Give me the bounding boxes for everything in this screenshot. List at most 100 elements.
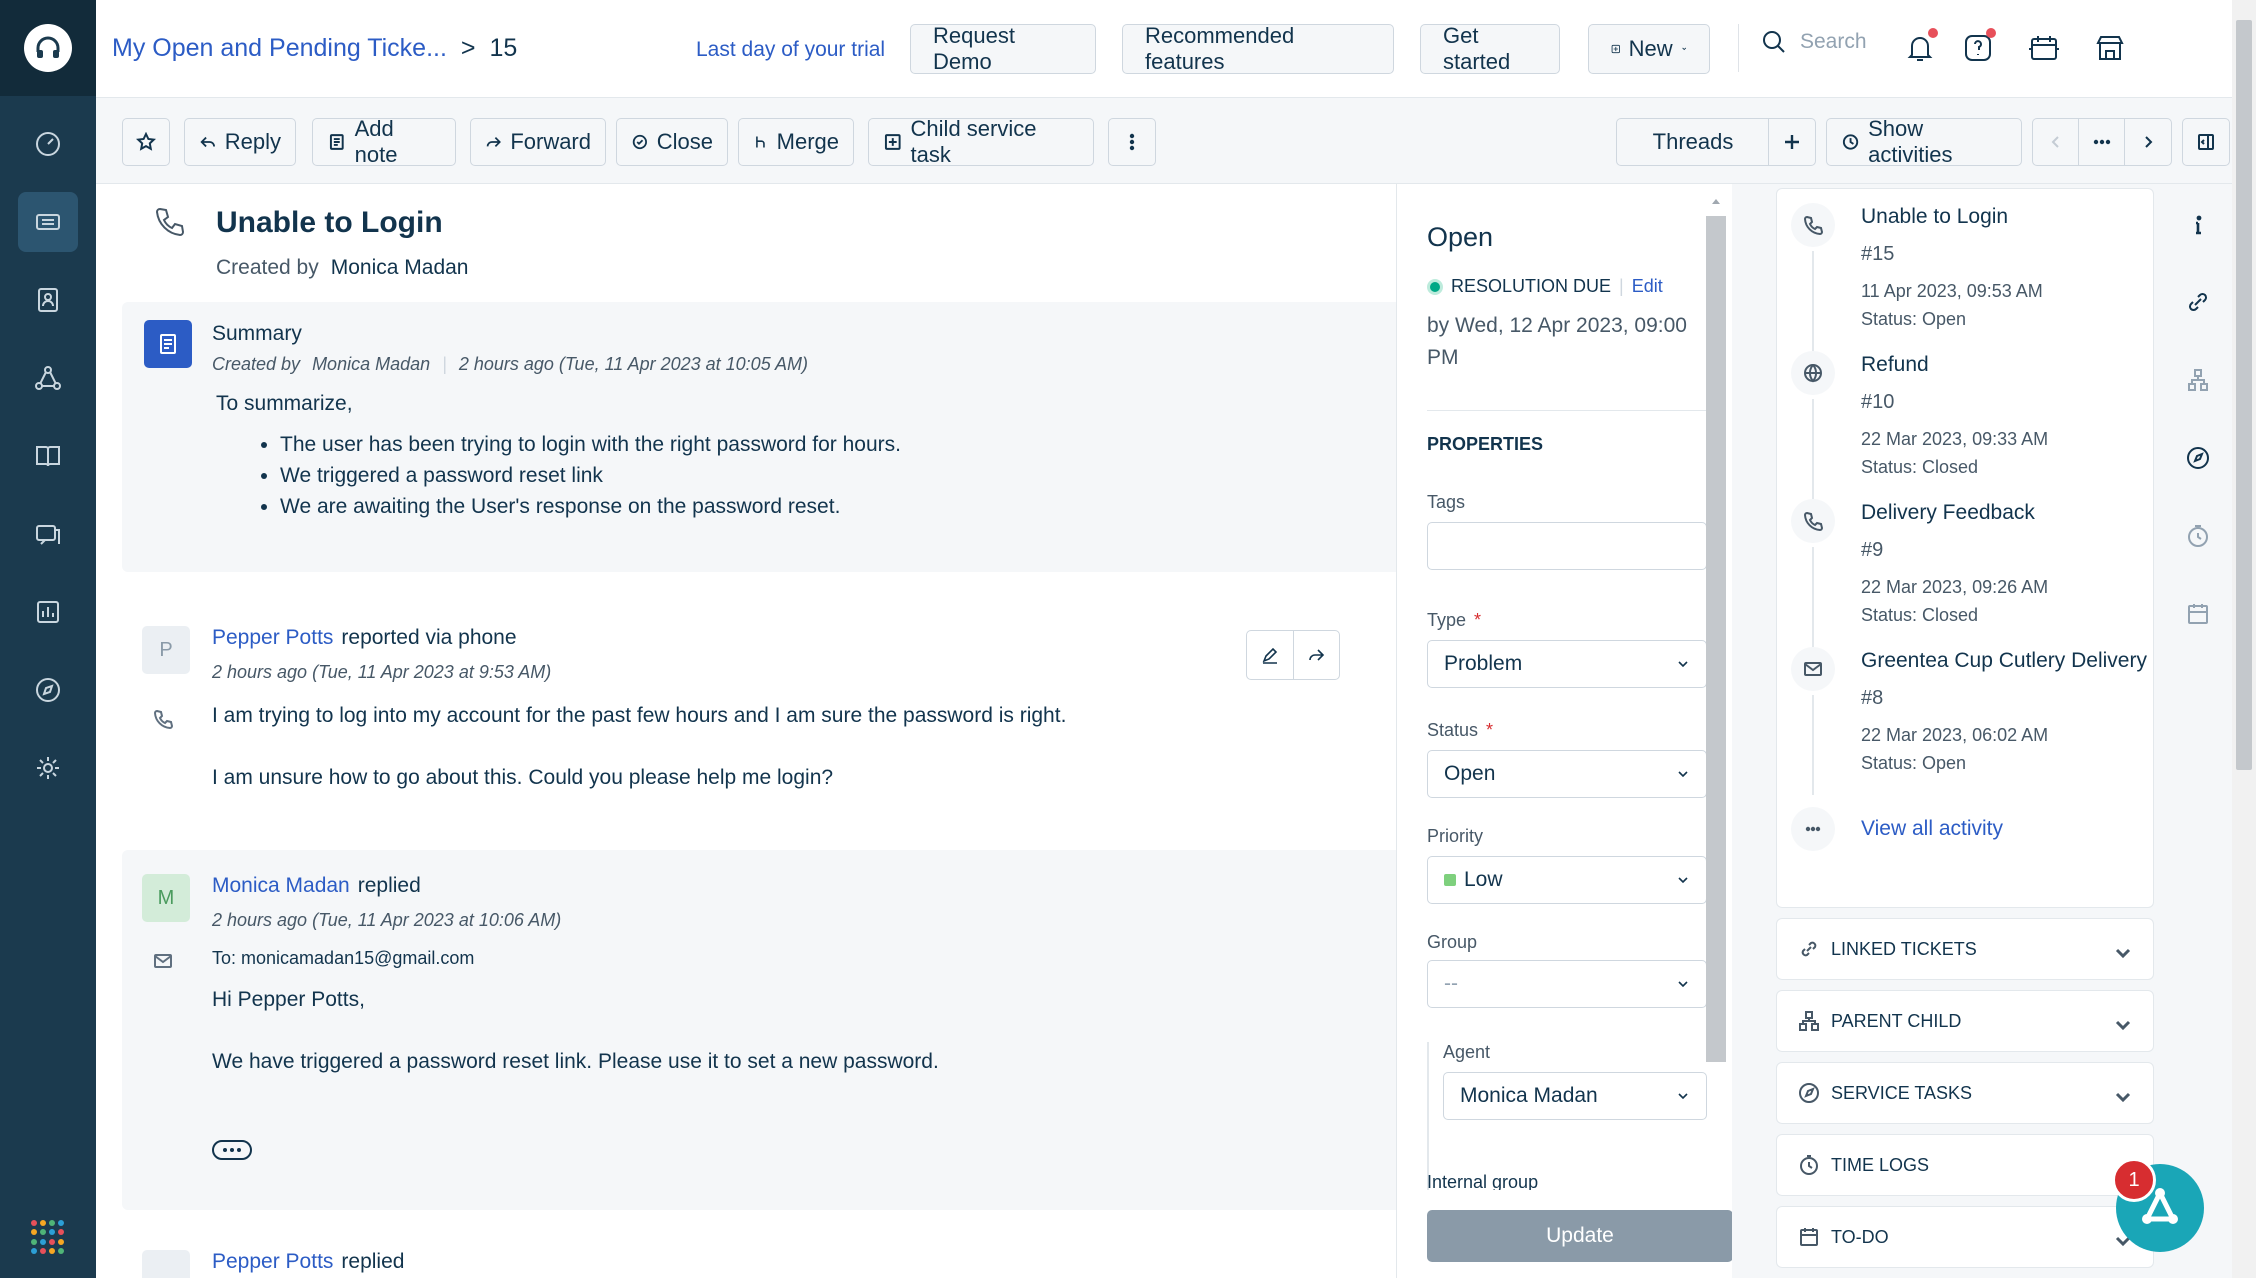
marketplace-button[interactable]	[2088, 26, 2132, 70]
reply-button[interactable]: Reply	[184, 118, 296, 166]
breadcrumb: My Open and Pending Ticke... > 15	[112, 34, 517, 63]
info-button[interactable]	[2178, 206, 2218, 246]
help-button[interactable]	[1956, 26, 2000, 70]
nav-contacts[interactable]	[18, 270, 78, 330]
link-button[interactable]	[2178, 282, 2218, 322]
nav-forums[interactable]	[18, 504, 78, 564]
service-tasks-accordion[interactable]: SERVICE TASKS	[1776, 1062, 2154, 1124]
threads-button[interactable]: Threads	[1616, 118, 1770, 166]
update-button[interactable]: Update	[1427, 1210, 1732, 1262]
chart-icon	[37, 601, 59, 623]
forward-label: Forward	[510, 129, 591, 154]
timeline-line	[1812, 399, 1814, 499]
note-icon	[329, 134, 344, 150]
status-label: Status *	[1427, 720, 1494, 740]
priority-select[interactable]: Low	[1427, 856, 1707, 904]
sender-name-link[interactable]: Pepper Potts	[212, 626, 333, 649]
activity-title: Refund	[1861, 353, 1929, 376]
linked-tickets-accordion[interactable]: LINKED TICKETS	[1776, 918, 2154, 980]
forward-button[interactable]: Forward	[470, 118, 606, 166]
hierarchy-icon	[1799, 1011, 1819, 1031]
close-ticket-button[interactable]: Close	[616, 118, 728, 166]
notifications-button[interactable]	[1898, 26, 1942, 70]
group-select[interactable]: --	[1427, 960, 1707, 1008]
agent-select[interactable]: Monica Madan	[1443, 1072, 1707, 1120]
nav-tickets[interactable]	[18, 192, 78, 252]
more-actions-button[interactable]	[1108, 118, 1156, 166]
divider	[1427, 410, 1707, 411]
status-select[interactable]: Open	[1427, 750, 1707, 798]
toggle-sidebar-button[interactable]	[2182, 118, 2230, 166]
type-select[interactable]: Problem	[1427, 640, 1707, 688]
hierarchy-button[interactable]	[2178, 360, 2218, 400]
nav-explore[interactable]	[18, 660, 78, 720]
created-by-name: Monica Madan	[330, 256, 469, 279]
message-line: I am trying to log into my account for t…	[212, 704, 1067, 727]
type-label: Type *	[1427, 610, 1482, 630]
kebab-icon	[1129, 133, 1135, 151]
get-started-button[interactable]: Get started	[1420, 23, 1560, 74]
add-thread-button[interactable]	[1768, 118, 1816, 166]
chevron-down-icon	[1681, 47, 1686, 51]
calendar-button[interactable]	[2022, 26, 2066, 70]
planner-icon	[2029, 36, 2059, 60]
sender-name-link[interactable]: Pepper Potts	[212, 1250, 333, 1273]
parent-child-label: PARENT CHILD	[1831, 1010, 1962, 1031]
chevron-down-icon	[1678, 661, 1688, 668]
favorite-button[interactable]	[122, 118, 170, 166]
child-service-task-button[interactable]: Child service task	[868, 116, 1094, 167]
todo-accordion[interactable]: TO-DO	[1776, 1206, 2154, 1268]
recommended-features-button[interactable]: Recommended features	[1122, 23, 1394, 74]
add-note-button[interactable]: Add note	[312, 116, 456, 167]
meta-divider: |	[442, 354, 447, 374]
parent-child-accordion[interactable]: PARENT CHILD	[1776, 990, 2154, 1052]
message-time: 2 hours ago (Tue, 11 Apr 2023 at 10:06 A…	[212, 910, 562, 930]
service-task-button[interactable]	[2178, 438, 2218, 478]
search-icon	[1763, 31, 1785, 53]
page-scrollbar[interactable]	[2232, 0, 2256, 1278]
nav-solutions[interactable]	[18, 426, 78, 486]
show-activities-button[interactable]: Show activities	[1826, 116, 2022, 167]
nav-assets[interactable]	[18, 348, 78, 408]
time-logs-accordion[interactable]: TIME LOGS	[1776, 1134, 2154, 1196]
search-box[interactable]: Search	[1760, 28, 1867, 56]
status-heading: Open	[1427, 222, 1494, 252]
forward-message-button[interactable]	[1294, 631, 1340, 679]
todo-button[interactable]	[2178, 594, 2218, 634]
scrollbar-thumb[interactable]	[1706, 216, 1726, 1062]
properties-scrollbar[interactable]	[1706, 194, 1726, 1074]
help-dot	[1986, 28, 1996, 38]
sender-name-link[interactable]: Monica Madan	[212, 874, 350, 897]
email-source-icon	[152, 950, 174, 977]
activity-date: 22 Mar 2023, 09:33 AM	[1861, 429, 2049, 449]
merge-button[interactable]: Merge	[738, 118, 854, 166]
tags-input[interactable]	[1427, 522, 1707, 570]
priority-color-dot	[1444, 874, 1456, 886]
breadcrumb-view-link[interactable]: My Open and Pending Ticke...	[112, 34, 447, 63]
nav-settings[interactable]	[18, 738, 78, 798]
next-ticket-button[interactable]	[2124, 118, 2172, 166]
view-all-link[interactable]: View all activity	[1861, 817, 2003, 841]
nav-dashboard[interactable]	[18, 114, 78, 174]
summary-body: To summarize, The user has been trying t…	[216, 388, 901, 522]
edit-due-link[interactable]: Edit	[1632, 276, 1663, 297]
previous-ticket-button[interactable]	[2032, 118, 2080, 166]
summary-card: Summary Created by Monica Madan | 2 hours a…	[122, 302, 1396, 572]
ticket-list-button[interactable]	[2078, 118, 2126, 166]
message-line: I am unsure how to go about this. Could …	[212, 766, 834, 789]
page-scrollbar-thumb[interactable]	[2236, 20, 2252, 770]
apps-grid-icon[interactable]	[31, 1220, 65, 1254]
trial-notice[interactable]: Last day of your trial	[696, 38, 885, 62]
calendar-icon	[1800, 1228, 1818, 1246]
show-quoted-text-button[interactable]	[212, 1140, 252, 1160]
app-logo[interactable]	[24, 24, 72, 72]
nav-reports[interactable]	[18, 582, 78, 642]
network-icon	[35, 366, 61, 390]
summary-bullet: The user has been trying to login with t…	[280, 429, 901, 460]
edit-message-button[interactable]	[1247, 631, 1294, 679]
link-icon	[1801, 941, 1817, 957]
reply-label: Reply	[224, 129, 281, 154]
new-button[interactable]: New	[1588, 24, 1710, 74]
timer-button[interactable]	[2178, 516, 2218, 556]
request-demo-button[interactable]: Request Demo	[910, 23, 1096, 74]
